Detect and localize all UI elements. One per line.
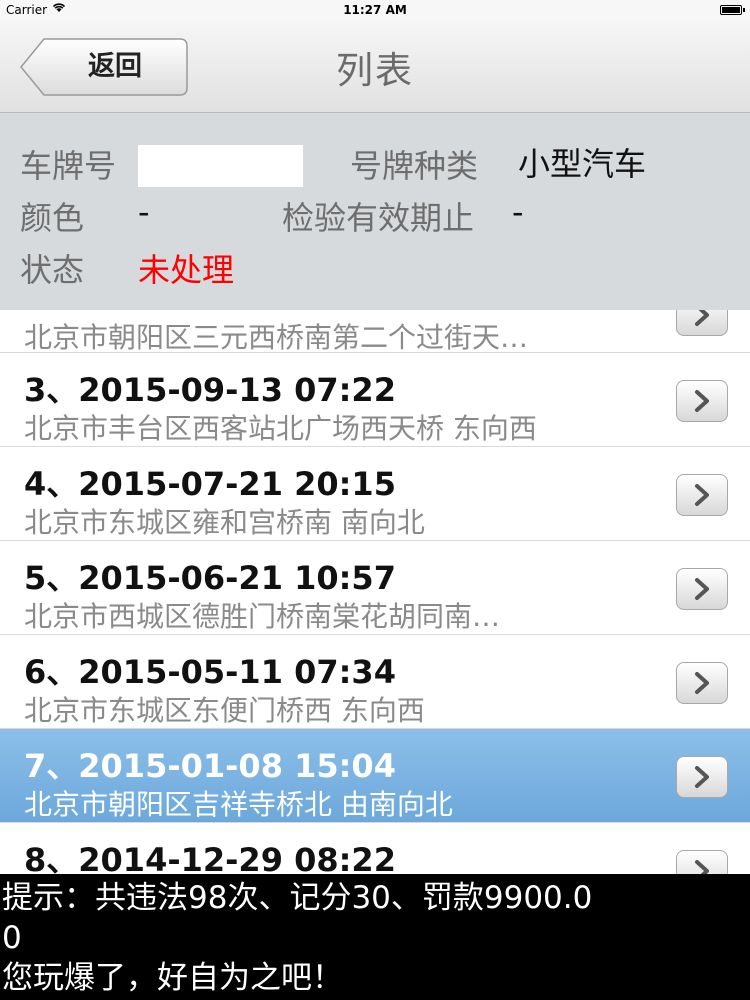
list-item[interactable]: 8、2014-12-29 08:22 bbox=[0, 823, 750, 874]
chevron-right-icon bbox=[695, 578, 709, 600]
chevron-right-icon bbox=[695, 860, 709, 874]
vehicle-info-panel: 车牌号 号牌种类 小型汽车 颜色 - 检验有效期止 - 状态 未处理 bbox=[0, 113, 750, 311]
plate-type-value: 小型汽车 bbox=[518, 145, 647, 183]
state-value: 未处理 bbox=[138, 251, 235, 289]
disclosure-button[interactable] bbox=[676, 380, 728, 422]
list-item-title: 8、2014-12-29 08:22 bbox=[24, 841, 396, 874]
color-value: - bbox=[138, 193, 150, 231]
navigation-bar: 返回 列表 bbox=[0, 20, 750, 113]
summary-message: 提示：共违法98次、记分30、罚款9900.0 0 您玩爆了，好自为之吧！ bbox=[0, 874, 750, 1000]
list-item[interactable]: 6、2015-05-11 07:34 北京市东城区东便门桥西 东向西 bbox=[0, 635, 750, 729]
plate-type-label: 号牌种类 bbox=[350, 147, 479, 185]
list-item[interactable]: 5、2015-06-21 10:57 北京市西城区德胜门桥南棠花胡同南… bbox=[0, 541, 750, 635]
page-title: 列表 bbox=[336, 49, 414, 92]
plate-label: 车牌号 bbox=[20, 147, 117, 185]
list-item[interactable]: 4、2015-07-21 20:15 北京市东城区雍和宫桥南 南向北 bbox=[0, 447, 750, 541]
state-label: 状态 bbox=[20, 251, 85, 289]
disclosure-button[interactable] bbox=[676, 474, 728, 516]
list-item-location: 北京市东城区东便门桥西 东向西 bbox=[24, 694, 425, 727]
battery-icon bbox=[720, 5, 745, 15]
inspect-label: 检验有效期止 bbox=[282, 199, 475, 237]
list-item-location: 北京市朝阳区吉祥寺桥北 由南向北 bbox=[24, 788, 453, 821]
list-item[interactable]: 北京市朝阳区三元西桥南第二个过街天… bbox=[0, 310, 750, 354]
color-label: 颜色 bbox=[20, 199, 85, 237]
list-item-location: 北京市朝阳区三元西桥南第二个过街天… bbox=[24, 321, 529, 354]
disclosure-button[interactable] bbox=[676, 850, 728, 874]
chevron-right-icon bbox=[695, 672, 709, 694]
list-item-title: 3、2015-09-13 07:22 bbox=[24, 371, 396, 409]
disclosure-button[interactable] bbox=[676, 756, 728, 798]
disclosure-button[interactable] bbox=[676, 662, 728, 704]
chevron-right-icon bbox=[695, 390, 709, 412]
status-time: 11:27 AM bbox=[343, 3, 407, 17]
list-item-title: 5、2015-06-21 10:57 bbox=[24, 559, 396, 597]
chevron-right-icon bbox=[695, 484, 709, 506]
list-item[interactable]: 3、2015-09-13 07:22 北京市丰台区西客站北广场西天桥 东向西 bbox=[0, 353, 750, 447]
chevron-right-icon bbox=[695, 310, 709, 326]
list-item-location: 北京市东城区雍和宫桥南 南向北 bbox=[24, 506, 425, 539]
plate-value bbox=[138, 145, 303, 187]
inspect-value: - bbox=[512, 193, 524, 231]
list-item-location: 北京市丰台区西客站北广场西天桥 东向西 bbox=[24, 412, 537, 445]
list-item-title: 7、2015-01-08 15:04 bbox=[24, 747, 396, 785]
disclosure-button[interactable] bbox=[676, 568, 728, 610]
summary-line-3: 您玩爆了，好自为之吧！ bbox=[2, 960, 343, 996]
list-item-title: 6、2015-05-11 07:34 bbox=[24, 653, 396, 691]
disclosure-button[interactable] bbox=[676, 310, 728, 336]
summary-line-1: 提示：共违法98次、记分30、罚款9900.0 bbox=[2, 880, 593, 916]
list-item-title: 4、2015-07-21 20:15 bbox=[24, 465, 396, 503]
summary-line-2: 0 bbox=[2, 920, 22, 956]
chevron-right-icon bbox=[695, 766, 709, 788]
violation-list: 北京市朝阳区三元西桥南第二个过街天… 3、2015-09-13 07:22 北京… bbox=[0, 310, 750, 874]
list-item-selected[interactable]: 7、2015-01-08 15:04 北京市朝阳区吉祥寺桥北 由南向北 bbox=[0, 729, 750, 823]
list-item-location: 北京市西城区德胜门桥南棠花胡同南… bbox=[24, 600, 501, 633]
status-bar: Carrier 11:27 AM bbox=[0, 0, 750, 20]
